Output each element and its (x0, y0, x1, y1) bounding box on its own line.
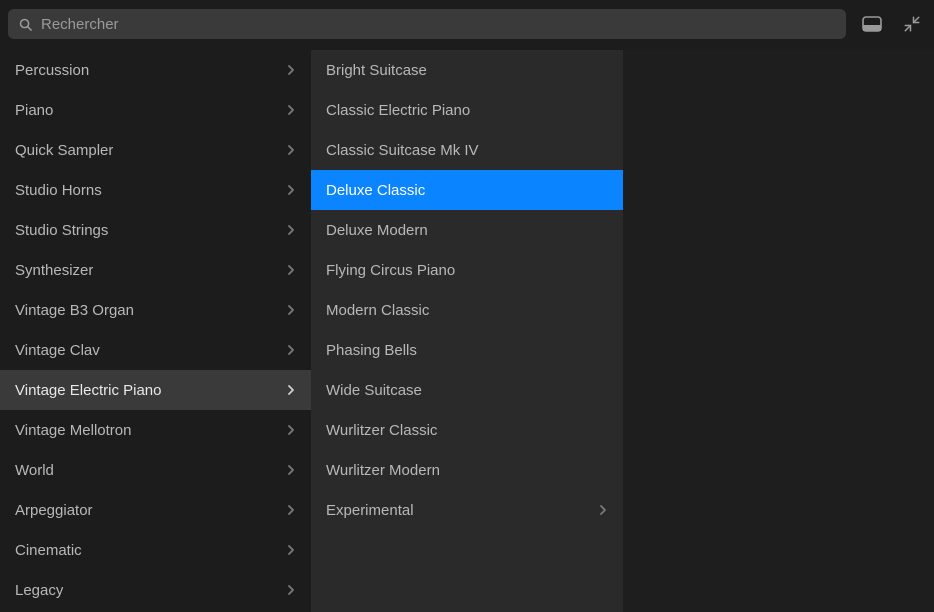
col2-item[interactable]: Classic Electric Piano (311, 90, 623, 130)
col2-item[interactable]: Flying Circus Piano (311, 250, 623, 290)
chevron-right-icon (287, 64, 295, 76)
col2-item[interactable]: Deluxe Classic (311, 170, 623, 210)
col2-item[interactable]: Wurlitzer Classic (311, 410, 623, 450)
header (0, 0, 934, 50)
item-label: Cinematic (15, 542, 82, 559)
item-label: Synthesizer (15, 262, 93, 279)
item-label: Experimental (326, 502, 414, 519)
collapse-icon (903, 15, 921, 33)
collapse-button[interactable] (898, 10, 926, 38)
detail-column (623, 50, 934, 612)
item-label: World (15, 462, 54, 479)
item-label: Quick Sampler (15, 142, 113, 159)
search-icon (18, 17, 33, 32)
item-label: Classic Electric Piano (326, 102, 470, 119)
chevron-right-icon (287, 104, 295, 116)
item-label: Legacy (15, 582, 63, 599)
item-label: Vintage Electric Piano (15, 382, 161, 399)
browser-columns: Percussion Piano Quick Sampler Studio Horns… (0, 50, 934, 612)
col2-item[interactable]: Experimental (311, 490, 623, 530)
library-browser: Percussion Piano Quick Sampler Studio Horns… (0, 0, 934, 612)
chevron-right-icon (287, 224, 295, 236)
chevron-right-icon (599, 504, 607, 516)
chevron-right-icon (287, 504, 295, 516)
chevron-right-icon (287, 184, 295, 196)
col1-item[interactable]: Vintage B3 Organ (0, 290, 311, 330)
chevron-right-icon (287, 264, 295, 276)
col1-item[interactable]: Percussion (0, 50, 311, 90)
item-label: Deluxe Modern (326, 222, 428, 239)
chevron-right-icon (287, 304, 295, 316)
item-label: Vintage B3 Organ (15, 302, 134, 319)
item-label: Vintage Mellotron (15, 422, 131, 439)
col1-item[interactable]: Vintage Mellotron (0, 410, 311, 450)
col2-item[interactable]: Phasing Bells (311, 330, 623, 370)
view-mode-icon (862, 16, 882, 32)
col2-item[interactable]: Wurlitzer Modern (311, 450, 623, 490)
search-input[interactable] (41, 16, 836, 33)
chevron-right-icon (287, 344, 295, 356)
view-mode-button[interactable] (858, 10, 886, 38)
col2-item[interactable]: Classic Suitcase Mk IV (311, 130, 623, 170)
col1-item[interactable]: Piano (0, 90, 311, 130)
col1-item[interactable]: Synthesizer (0, 250, 311, 290)
col1-item[interactable]: World (0, 450, 311, 490)
chevron-right-icon (287, 384, 295, 396)
col1-item[interactable]: Legacy (0, 570, 311, 610)
chevron-right-icon (287, 544, 295, 556)
chevron-right-icon (287, 464, 295, 476)
item-label: Deluxe Classic (326, 182, 425, 199)
col1-item[interactable]: Vintage Clav (0, 330, 311, 370)
chevron-right-icon (287, 584, 295, 596)
col1-item[interactable]: Arpeggiator (0, 490, 311, 530)
category-column: Percussion Piano Quick Sampler Studio Horns… (0, 50, 311, 612)
item-label: Vintage Clav (15, 342, 100, 359)
col1-item[interactable]: Vintage Electric Piano (0, 370, 311, 410)
item-label: Wurlitzer Modern (326, 462, 440, 479)
col1-item[interactable]: Studio Strings (0, 210, 311, 250)
item-label: Wurlitzer Classic (326, 422, 437, 439)
item-label: Phasing Bells (326, 342, 417, 359)
item-label: Arpeggiator (15, 502, 93, 519)
item-label: Classic Suitcase Mk IV (326, 142, 479, 159)
col1-item[interactable]: Quick Sampler (0, 130, 311, 170)
item-label: Wide Suitcase (326, 382, 422, 399)
col2-item[interactable]: Bright Suitcase (311, 50, 623, 90)
chevron-right-icon (287, 144, 295, 156)
chevron-right-icon (287, 424, 295, 436)
item-label: Studio Horns (15, 182, 102, 199)
search-field-wrap[interactable] (8, 9, 846, 39)
col1-item[interactable]: Cinematic (0, 530, 311, 570)
col2-item[interactable]: Wide Suitcase (311, 370, 623, 410)
col2-item[interactable]: Deluxe Modern (311, 210, 623, 250)
col1-item[interactable]: Studio Horns (0, 170, 311, 210)
item-label: Studio Strings (15, 222, 108, 239)
col2-item[interactable]: Modern Classic (311, 290, 623, 330)
item-label: Modern Classic (326, 302, 429, 319)
item-label: Piano (15, 102, 53, 119)
item-label: Bright Suitcase (326, 62, 427, 79)
preset-column: Bright Suitcase Classic Electric Piano Cla… (311, 50, 623, 612)
item-label: Percussion (15, 62, 89, 79)
item-label: Flying Circus Piano (326, 262, 455, 279)
